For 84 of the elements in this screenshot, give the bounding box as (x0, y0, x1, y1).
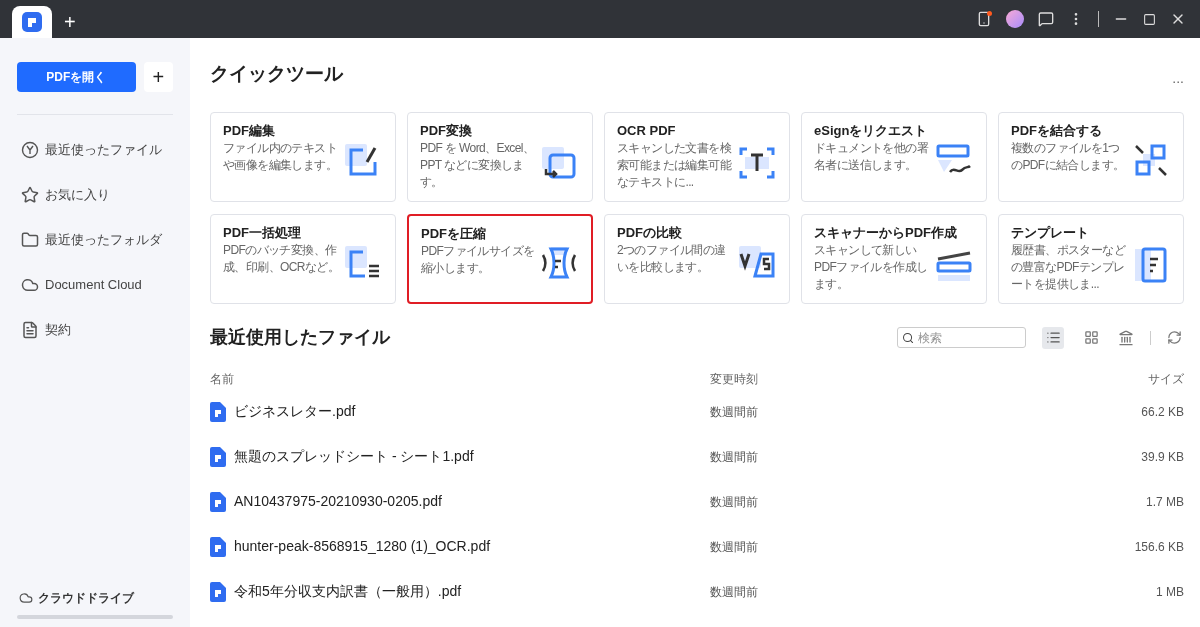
pdf-file-icon (210, 401, 226, 422)
folder-icon (21, 230, 39, 249)
modified-time: 数週間前 (710, 538, 758, 556)
modified-time: 数週間前 (710, 403, 758, 421)
tool-title: PDF一括処理 (223, 224, 301, 242)
tool-card[interactable]: テンプレート 履歴書、ポスターなどの豊富なPDFテンプレートを提供しま... (998, 214, 1184, 304)
notification-icon[interactable] (976, 11, 992, 27)
pdf-file-icon (210, 446, 226, 467)
storage-icon[interactable] (1118, 329, 1134, 346)
tool-card[interactable]: PDF変換 PDF を Word、Excel、PPT などに変換します。 (407, 112, 593, 202)
modified-time: 数週間前 (710, 493, 758, 511)
app-logo-icon (22, 12, 42, 32)
add-button[interactable]: + (143, 62, 173, 92)
column-header[interactable]: 変更時刻 (710, 370, 758, 388)
file-size: 156.6 KB (1134, 538, 1184, 556)
tool-card[interactable]: PDFを圧縮 PDFファイルサイズを縮小します。 (407, 214, 593, 304)
document-icon (21, 320, 39, 339)
file-name[interactable]: ビジネスレター.pdf (234, 401, 356, 422)
tool-title: OCR PDF (617, 122, 676, 140)
tool-description: ファイル内のテキストや画像を編集します。 (223, 140, 338, 174)
modified-time: 数週間前 (710, 583, 758, 601)
pdf-file-icon (210, 536, 226, 557)
new-tab-button[interactable]: + (64, 12, 76, 32)
tool-title: PDFの比較 (617, 224, 682, 242)
cloud-icon (19, 591, 33, 605)
refresh-icon[interactable] (1167, 330, 1182, 345)
tool-description: 2つのファイル間の違いを比較します。 (617, 242, 727, 276)
tool-description: スキャンして新しいPDFファイルを作成します。 (814, 242, 929, 293)
sidebar-item[interactable]: 契約 (17, 307, 173, 352)
tool-card[interactable]: PDFの比較 2つのファイル間の違いを比較します。 (604, 214, 790, 304)
pdf-file-icon (210, 581, 226, 602)
list-view-button[interactable] (1042, 326, 1064, 349)
sidebar-item[interactable]: お気に入り (17, 172, 173, 217)
tool-card[interactable]: PDF一括処理 PDFのバッチ変換、作成、印刷、OCRなど。 (210, 214, 396, 304)
file-name[interactable]: 無題のスプレッドシート - シート1.pdf (234, 446, 474, 467)
search-icon (902, 330, 915, 345)
file-name[interactable]: hunter-peak-8568915_1280 (1)_OCR.pdf (234, 536, 491, 557)
file-size: 1.7 MB (1146, 493, 1184, 511)
tool-title: テンプレート (1011, 224, 1089, 242)
file-name[interactable]: 令和5年分収支内訳書（一般用）.pdf (234, 581, 462, 602)
tool-title: スキャナーからPDF作成 (814, 224, 957, 242)
tool-title: PDF編集 (223, 122, 275, 140)
section-title: クイックツール (210, 62, 343, 87)
more-button[interactable]: ... (1172, 68, 1184, 89)
search-field[interactable]: 検索 (897, 327, 1026, 348)
tool-title: PDFを圧縮 (421, 225, 486, 243)
tool-card[interactable]: PDF編集 ファイル内のテキストや画像を編集します。 (210, 112, 396, 202)
clock-icon (21, 140, 39, 159)
tool-description: ドキュメントを他の署名者に送信します。 (814, 140, 930, 174)
tool-title: PDFを結合する (1011, 122, 1102, 140)
tool-description: PDFファイルサイズを縮小します。 (421, 243, 536, 277)
tool-title: PDF変換 (420, 122, 472, 140)
sidebar-item[interactable]: 最近使ったファイル (17, 127, 173, 172)
file-name[interactable]: AN10437975-20210930-0205.pdf (234, 491, 442, 512)
tool-description: 履歴書、ポスターなどの豊富なPDFテンプレートを提供しま... (1011, 242, 1127, 293)
tool-card[interactable]: スキャナーからPDF作成 スキャンして新しいPDFファイルを作成します。 (801, 214, 987, 304)
app-tab[interactable] (12, 6, 52, 38)
tool-card[interactable]: eSignをリクエスト ドキュメントを他の署名者に送信します。 (801, 112, 987, 202)
tool-card[interactable]: PDFを結合する 複数のファイルを1つのPDFに結合します。 (998, 112, 1184, 202)
section-title: 最近使用したファイル (210, 326, 392, 349)
pdf-file-icon (210, 491, 226, 512)
cloud-drive-link[interactable]: クラウドドライブ (17, 589, 173, 607)
avatar-icon[interactable] (1006, 10, 1024, 28)
sidebar-item[interactable]: 最近使ったフォルダ (17, 217, 173, 262)
list-icon (1045, 330, 1061, 345)
tool-description: PDF を Word、Excel、PPT などに変換します。 (420, 140, 536, 191)
grid-icon (1083, 330, 1099, 345)
open-pdf-button[interactable]: PDFを開く (17, 62, 136, 92)
sidebar-item[interactable]: Document Cloud (17, 262, 173, 307)
file-size: 1 MB (1156, 583, 1184, 601)
tool-title: eSignをリクエスト (814, 122, 928, 140)
tool-description: スキャンした文書を検索可能または編集可能なテキストに... (617, 140, 733, 191)
column-header[interactable]: サイズ (1148, 370, 1184, 388)
maximize-icon[interactable] (1143, 12, 1156, 26)
star-icon (21, 185, 39, 204)
tool-description: 複数のファイルを1つのPDFに結合します。 (1011, 140, 1126, 174)
tool-description: PDFのバッチ変換、作成、印刷、OCRなど。 (223, 242, 341, 276)
search-input[interactable]: 検索 (918, 328, 1021, 347)
tool-card[interactable]: OCR PDF スキャンした文書を検索可能または編集可能なテキストに... (604, 112, 790, 202)
modified-time: 数週間前 (710, 448, 758, 466)
file-size: 66.2 KB (1141, 403, 1184, 421)
column-header[interactable]: 名前 (210, 370, 234, 388)
file-size: 39.9 KB (1141, 448, 1184, 466)
feedback-icon[interactable] (1038, 11, 1054, 27)
